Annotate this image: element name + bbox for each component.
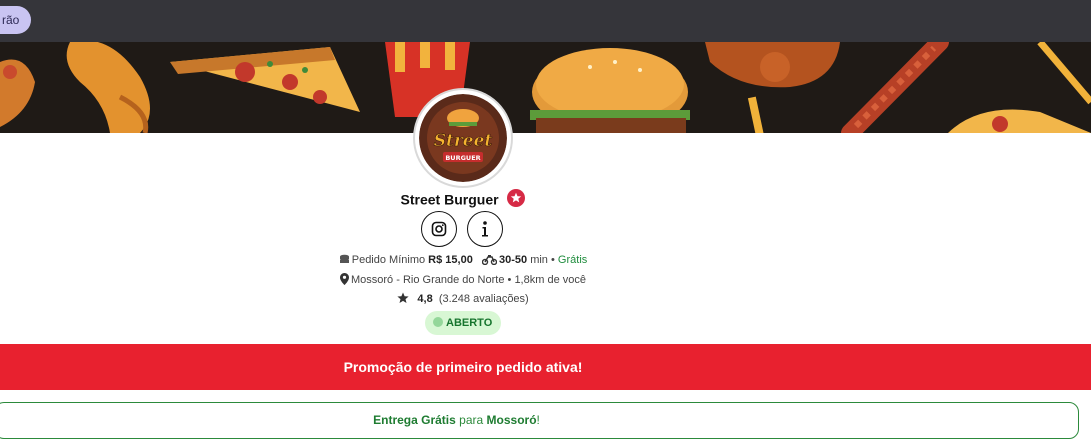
min-order-value: R$ 15,00 — [428, 254, 473, 266]
delivery-fee: Grátis — [557, 254, 588, 266]
delivery-notice-end: ! — [536, 413, 540, 427]
location-pin-icon — [340, 273, 349, 285]
status-badge: ABERTO — [425, 311, 501, 335]
info-icon — [482, 221, 488, 237]
logo-text-main: Street — [434, 131, 493, 151]
food-illustration-banner — [0, 42, 1091, 133]
cover-banner — [0, 42, 1091, 133]
instagram-icon — [431, 221, 447, 237]
location-line: Mossoró - Rio Grande do Norte • 1,8km de… — [0, 273, 926, 286]
reviews-count: (3.248 avaliações) — [438, 293, 529, 305]
delivery-notice-free: Entrega Grátis — [373, 413, 456, 427]
order-info-line: Pedido Mínimo R$ 15,00 30-50 min • Gráti… — [0, 254, 926, 266]
browser-topbar: rão — [0, 0, 1091, 42]
min-order-label: Pedido Mínimo — [351, 254, 426, 266]
status-label: ABERTO — [446, 317, 493, 329]
rating-star-icon — [397, 292, 409, 303]
store-location: Mossoró - Rio Grande do Norte — [351, 274, 505, 286]
logo-text-sub: BURGUER — [445, 154, 480, 162]
delivery-time-unit: min — [530, 254, 548, 266]
topbar-pill-button[interactable]: rão — [0, 6, 32, 34]
info-separator: • — [551, 254, 555, 266]
store-name-row: Street Burguer — [0, 189, 926, 208]
promo-banner[interactable]: Promoção de primeiro pedido ativa! — [0, 344, 1091, 390]
location-separator: • — [507, 274, 512, 286]
store-avatar: Street BURGUER — [413, 88, 513, 188]
store-logo: Street BURGUER — [419, 94, 507, 182]
coins-icon — [339, 254, 349, 263]
delivery-time-value: 30-50 — [499, 254, 528, 266]
delivery-notice: Entrega Grátis para Mossoró! — [0, 402, 1079, 439]
store-name: Street Burguer — [400, 191, 499, 208]
status-dot-icon — [433, 317, 443, 327]
rating-line: 4,8 (3.248 avaliações) — [0, 292, 926, 305]
info-button[interactable] — [467, 211, 503, 247]
delivery-notice-city: Mossoró — [486, 413, 537, 427]
rating-value: 4,8 — [417, 293, 433, 305]
delivery-notice-for: para — [459, 413, 484, 427]
motorcycle-icon — [482, 255, 497, 265]
featured-star-icon — [507, 189, 526, 208]
instagram-button[interactable] — [421, 211, 457, 247]
store-distance: 1,8km de você — [514, 274, 586, 286]
